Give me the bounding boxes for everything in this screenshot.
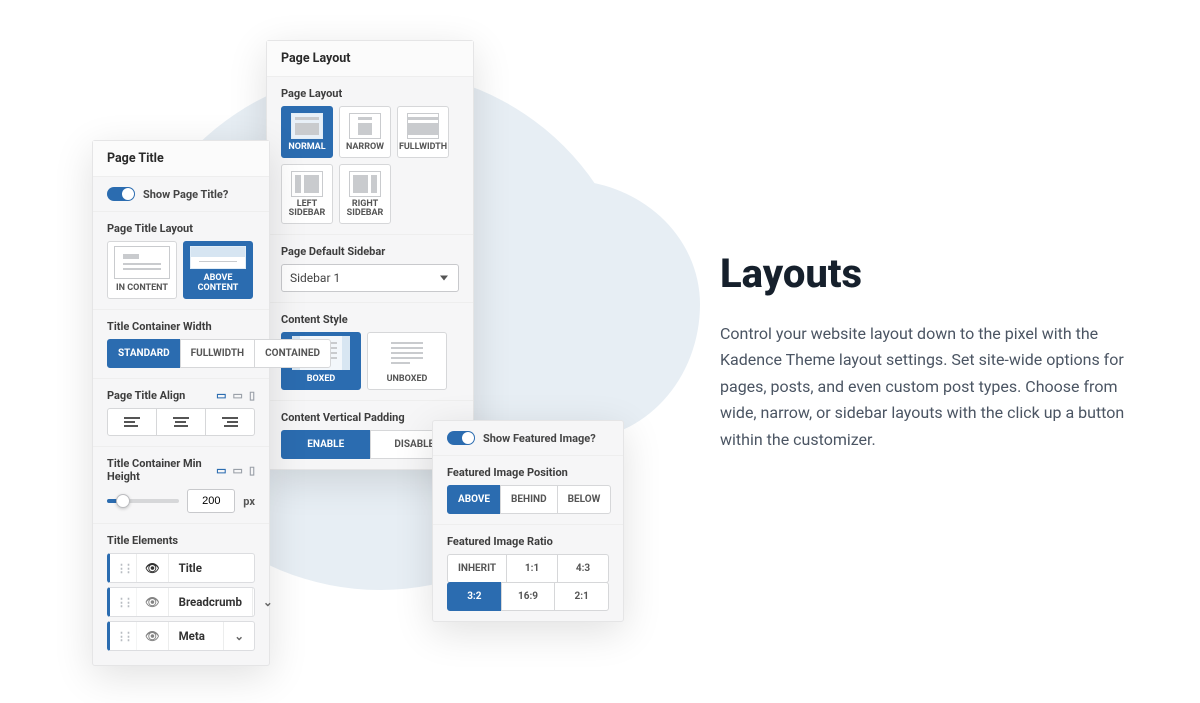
- title-min-height-label: Title Container Min Height: [107, 457, 216, 483]
- layout-option-right-sidebar[interactable]: RIGHT SIDEBAR: [339, 164, 391, 224]
- layout-option-fullwidth[interactable]: FULLWIDTH: [397, 106, 449, 158]
- device-tablet-icon[interactable]: ▭: [233, 389, 243, 402]
- title-container-width-label: Title Container Width: [107, 320, 255, 333]
- element-breadcrumb-row[interactable]: 👁 Breadcrumb ⌄: [107, 587, 255, 617]
- element-title-row[interactable]: 👁 Title: [107, 553, 255, 583]
- eye-icon[interactable]: 👁: [136, 554, 168, 582]
- page-layout-title: Page Layout: [267, 41, 473, 77]
- page-title-panel: Page Title Show Page Title? Page Title L…: [92, 140, 270, 666]
- drag-handle-icon[interactable]: [110, 623, 136, 650]
- featured-image-position-label: Featured Image Position: [447, 466, 609, 479]
- align-center-icon: [173, 417, 189, 427]
- element-meta-row[interactable]: 👁 Meta ⌄: [107, 621, 255, 651]
- page-title-align-label: Page Title Align: [107, 389, 185, 402]
- featured-image-ratio-label: Featured Image Ratio: [447, 535, 609, 548]
- show-page-title-toggle[interactable]: [107, 187, 135, 201]
- position-above-button[interactable]: ABOVE: [447, 485, 501, 514]
- show-featured-image-label: Show Featured Image?: [483, 432, 596, 445]
- minheight-desktop-icon[interactable]: ▭: [216, 464, 226, 477]
- description: Control your website layout down to the …: [720, 321, 1150, 453]
- page-title-heading: Page Title: [93, 141, 269, 177]
- position-behind-button[interactable]: BEHIND: [500, 485, 558, 514]
- align-right-button[interactable]: [205, 408, 255, 436]
- title-elements-label: Title Elements: [107, 534, 255, 547]
- title-layout-above-content[interactable]: ABOVE CONTENT: [183, 241, 253, 299]
- content-style-unboxed[interactable]: UNBOXED: [367, 332, 447, 390]
- min-height-input[interactable]: [187, 489, 235, 513]
- minheight-mobile-icon[interactable]: ▯: [249, 464, 255, 477]
- default-sidebar-select[interactable]: Sidebar 1: [281, 264, 459, 292]
- device-mobile-icon[interactable]: ▯: [249, 389, 255, 402]
- page-title-layout-label: Page Title Layout: [107, 222, 255, 235]
- width-contained-button[interactable]: CONTAINED: [254, 339, 331, 368]
- background-blob-2: [440, 180, 700, 440]
- show-page-title-label: Show Page Title?: [143, 188, 228, 201]
- align-left-button[interactable]: [107, 408, 157, 436]
- drag-handle-icon[interactable]: [110, 555, 136, 582]
- width-standard-button[interactable]: STANDARD: [107, 339, 181, 368]
- padding-enable-button[interactable]: ENABLE: [281, 430, 371, 459]
- ratio-inherit-button[interactable]: INHERIT: [447, 554, 507, 583]
- marketing-copy: Layouts Control your website layout down…: [720, 250, 1150, 453]
- eye-off-icon[interactable]: 👁: [136, 588, 168, 616]
- ratio-2-1-button[interactable]: 2:1: [554, 582, 609, 611]
- width-fullwidth-button[interactable]: FULLWIDTH: [180, 339, 255, 368]
- eye-off-icon[interactable]: 👁: [136, 622, 168, 650]
- ratio-4-3-button[interactable]: 4:3: [557, 554, 609, 583]
- show-featured-image-toggle[interactable]: [447, 431, 475, 445]
- ratio-1-1-button[interactable]: 1:1: [506, 554, 558, 583]
- ratio-3-2-button[interactable]: 3:2: [447, 582, 502, 611]
- device-desktop-icon[interactable]: ▭: [216, 389, 226, 402]
- drag-handle-icon[interactable]: [110, 589, 136, 616]
- chevron-down-icon[interactable]: ⌄: [252, 588, 283, 616]
- align-left-icon: [124, 417, 140, 427]
- chevron-down-icon[interactable]: ⌄: [223, 622, 254, 650]
- min-height-slider[interactable]: [107, 499, 179, 503]
- align-center-button[interactable]: [156, 408, 206, 436]
- heading: Layouts: [720, 250, 1150, 297]
- page-layout-panel: Page Layout Page Layout NORMAL NARROW FU…: [266, 40, 474, 470]
- layout-option-normal[interactable]: NORMAL: [281, 106, 333, 158]
- align-right-icon: [222, 417, 238, 427]
- ratio-16-9-button[interactable]: 16:9: [501, 582, 556, 611]
- min-height-unit: px: [243, 495, 255, 508]
- page-layout-label: Page Layout: [281, 87, 459, 100]
- featured-image-panel: Show Featured Image? Featured Image Posi…: [432, 420, 624, 622]
- layout-option-narrow[interactable]: NARROW: [339, 106, 391, 158]
- layout-option-left-sidebar[interactable]: LEFT SIDEBAR: [281, 164, 333, 224]
- position-below-button[interactable]: BELOW: [557, 485, 612, 514]
- title-layout-in-content[interactable]: IN CONTENT: [107, 241, 177, 299]
- content-style-label: Content Style: [281, 313, 459, 326]
- minheight-tablet-icon[interactable]: ▭: [233, 464, 243, 477]
- default-sidebar-label: Page Default Sidebar: [281, 245, 459, 258]
